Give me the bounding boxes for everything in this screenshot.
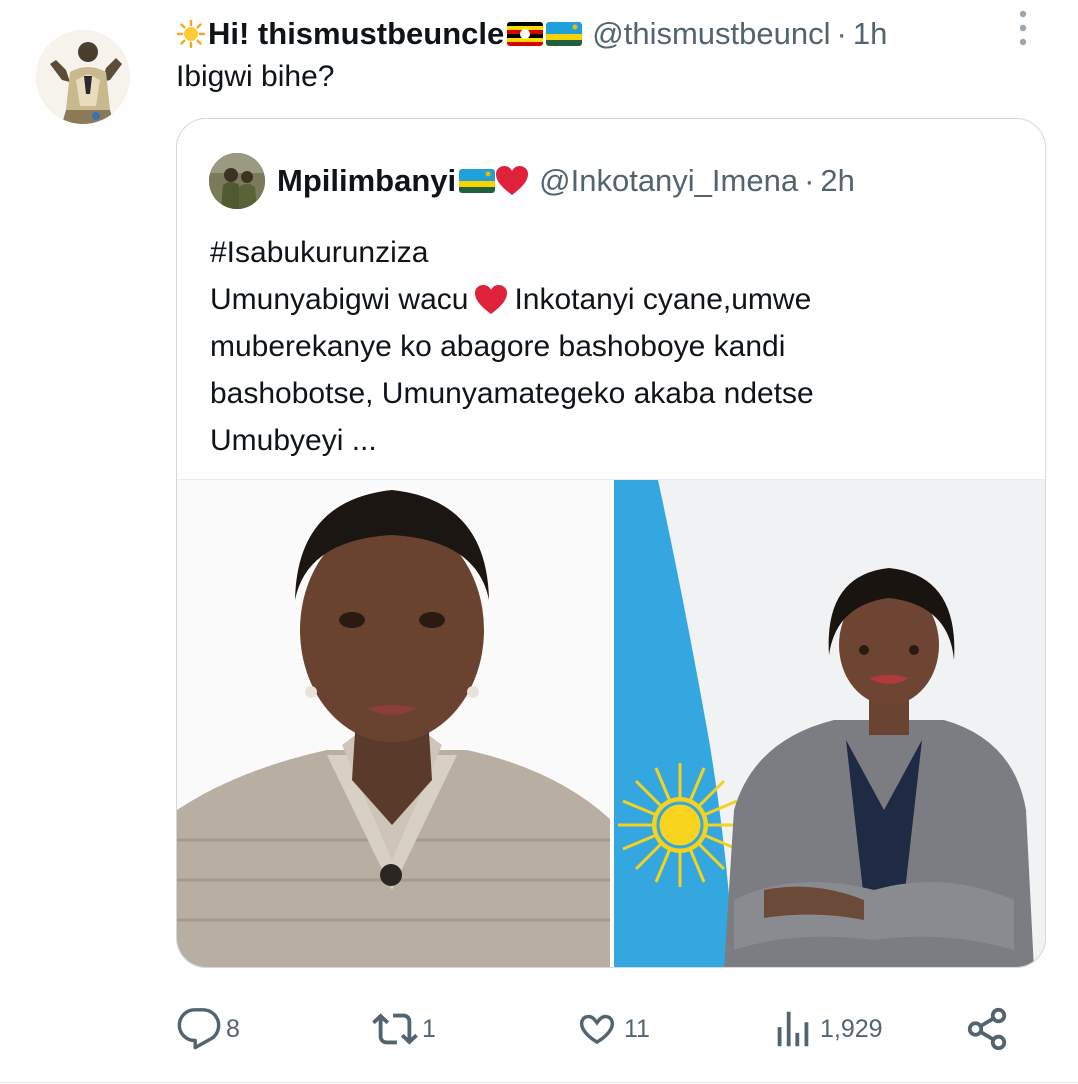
- text-line: Umubyeyi ...: [210, 424, 377, 457]
- retweet-button[interactable]: 1: [372, 1004, 436, 1054]
- text-segment: Inkotanyi cyane,umwe: [514, 283, 812, 316]
- text-line: muberekanye ko abagore bashoboye kandi: [210, 330, 786, 363]
- media-grid: [177, 479, 1045, 967]
- tweet-header: Hi! thismustbeuncle @thismustbeuncl · 1h: [176, 14, 887, 54]
- sun-icon: [176, 19, 206, 49]
- quoted-header: Mpilimbanyi @Inkotanyi_Imena · 2h: [277, 159, 855, 203]
- separator-dot: ·: [804, 163, 815, 198]
- text-line: bashobotse, Umunyamategeko akaba ndetse: [210, 377, 814, 410]
- rwanda-flag-icon: [546, 22, 583, 46]
- reply-button[interactable]: 8: [176, 1004, 240, 1054]
- author-handle[interactable]: @thismustbeuncl: [592, 16, 830, 52]
- tweet-text: Ibigwi bihe?: [176, 60, 335, 93]
- quoted-author-name-text: Mpilimbanyi: [277, 163, 457, 198]
- divider: [0, 1082, 1078, 1083]
- quoted-author-name[interactable]: Mpilimbanyi: [277, 163, 529, 199]
- tweet-time[interactable]: 1h: [853, 16, 887, 52]
- quoted-author-handle[interactable]: @Inkotanyi_Imena: [539, 163, 798, 199]
- author-name-text: Hi! thismustbeuncle: [208, 16, 505, 51]
- retweet-icon: [372, 1013, 418, 1045]
- text-segment: Umunyabigwi wacu: [210, 283, 469, 316]
- author-name[interactable]: Hi! thismustbeuncle: [176, 16, 583, 52]
- red-heart-icon: [496, 166, 529, 195]
- red-heart-icon: [475, 284, 508, 314]
- views-button[interactable]: 1,929: [770, 1004, 883, 1054]
- author-avatar[interactable]: [36, 30, 130, 124]
- more-vertical-icon[interactable]: [1008, 8, 1038, 48]
- tweet-actions: 8 1 11 1,929: [176, 1004, 1046, 1054]
- quoted-tweet[interactable]: Mpilimbanyi @Inkotanyi_Imena · 2h #Isabu…: [176, 118, 1046, 968]
- heart-icon: [579, 1014, 615, 1045]
- views-count: 1,929: [820, 1014, 883, 1043]
- like-count: 11: [624, 1014, 650, 1043]
- share-icon: [967, 1007, 1007, 1051]
- quoted-text: #Isabukurunziza Umunyabigwi wacu Inkotan…: [210, 229, 1030, 464]
- uganda-flag-icon: [507, 22, 544, 46]
- hashtag-link[interactable]: #Isabukurunziza: [210, 229, 1030, 276]
- rwanda-flag-icon: [459, 169, 496, 193]
- views-icon: [777, 1011, 809, 1047]
- like-button[interactable]: 11: [574, 1004, 650, 1054]
- share-button[interactable]: [964, 1004, 1010, 1054]
- separator-dot: ·: [836, 16, 847, 51]
- photo-woman-with-flag-right[interactable]: [614, 480, 1045, 967]
- quoted-author-avatar[interactable]: [209, 153, 265, 209]
- photo-woman-portrait-left[interactable]: [177, 480, 610, 967]
- quoted-time[interactable]: 2h: [820, 163, 854, 199]
- retweet-count: 1: [422, 1014, 436, 1043]
- reply-count: 8: [226, 1014, 240, 1043]
- text-line: Umunyabigwi wacu Inkotanyi cyane,umwe: [210, 276, 1030, 323]
- reply-icon: [177, 1008, 221, 1050]
